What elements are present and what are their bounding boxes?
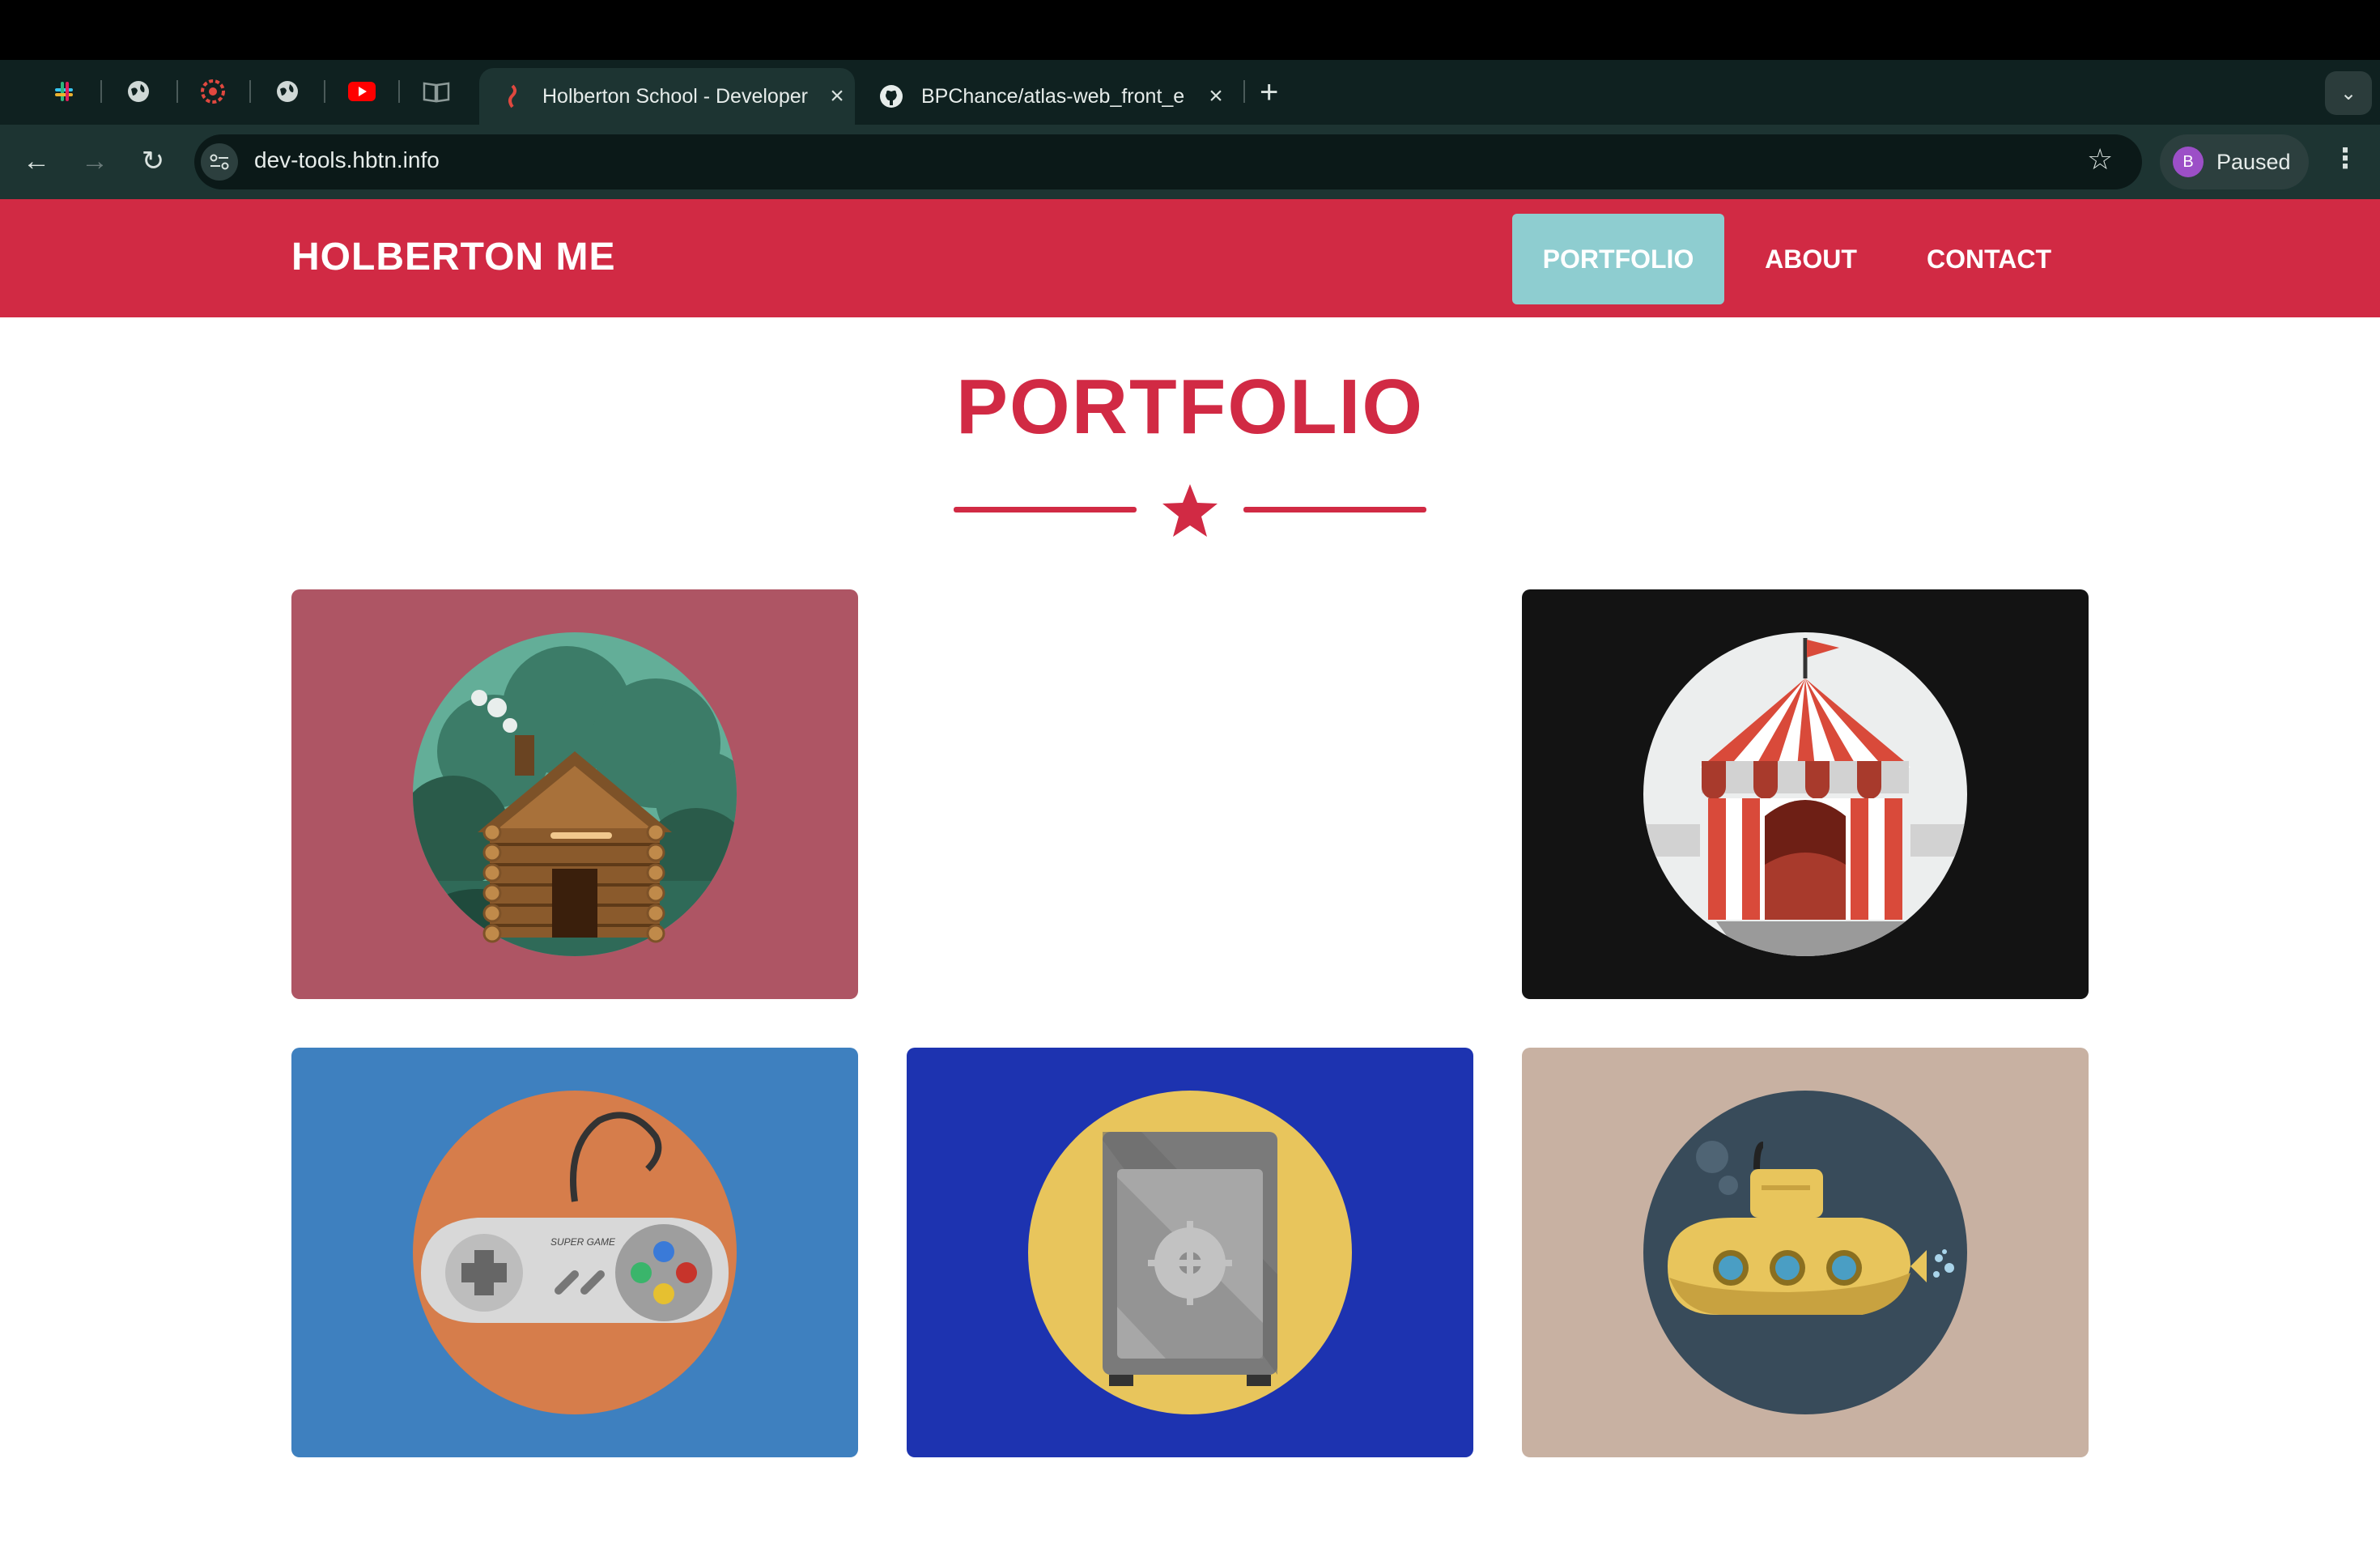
portfolio-item-controller[interactable]: SUPER GAME [291, 1048, 858, 1457]
tab-separator [249, 80, 251, 103]
address-bar[interactable] [194, 134, 2142, 189]
book-icon[interactable] [423, 78, 450, 105]
portfolio-item-submarine[interactable] [1522, 1048, 2089, 1457]
close-icon[interactable]: × [1204, 83, 1228, 110]
divider-line-left [954, 507, 1137, 512]
slack-icon[interactable] [50, 78, 78, 105]
back-arrow-icon[interactable]: ← [18, 142, 55, 180]
controller-label: SUPER GAME [550, 1236, 616, 1248]
tab-separator [1243, 80, 1245, 103]
portfolio-item-cabin[interactable] [291, 589, 858, 999]
tab-title: Holberton School - Developer [542, 84, 808, 108]
site-settings-icon[interactable] [201, 143, 238, 181]
tab-search-chevron-icon[interactable]: ⌄ [2325, 71, 2372, 115]
circus-tent-icon [1643, 632, 1967, 956]
cabin-icon [413, 632, 737, 956]
tab-separator [176, 80, 178, 103]
url-text[interactable]: dev-tools.hbtn.info [254, 147, 440, 173]
new-tab-plus-icon[interactable]: + [1260, 74, 1278, 111]
tab-separator [324, 80, 325, 103]
divider-line-right [1243, 507, 1426, 512]
globe-icon[interactable] [274, 78, 301, 105]
forward-arrow-icon[interactable]: → [76, 142, 113, 180]
tab-title: BPChance/atlas-web_front_e [921, 84, 1185, 108]
nav-contact[interactable]: CONTACT [1904, 214, 2074, 304]
profile-status: Paused [2216, 149, 2291, 174]
tab-separator [100, 80, 102, 103]
page-title: PORTFOLIO [956, 364, 1424, 450]
safe-icon [1028, 1091, 1352, 1414]
avatar: B [2173, 147, 2204, 177]
tab-separator [398, 80, 400, 103]
star-icon [1162, 484, 1218, 537]
reload-icon[interactable]: ↻ [134, 142, 172, 180]
site-brand[interactable]: HOLBERTON ME [291, 235, 615, 279]
nav-portfolio[interactable]: PORTFOLIO [1512, 214, 1724, 304]
youtube-icon[interactable] [348, 78, 376, 105]
portfolio-item-safe[interactable] [907, 1048, 1473, 1457]
holberton-icon [500, 84, 525, 108]
portfolio-item-empty [907, 589, 1473, 999]
profile-button[interactable]: B Paused [2160, 134, 2309, 189]
bookmark-star-icon[interactable]: ☆ [2087, 142, 2113, 176]
close-icon[interactable]: × [825, 83, 849, 110]
atlas-icon[interactable] [199, 78, 227, 105]
github-icon [879, 84, 903, 108]
macos-titlebar [0, 0, 2380, 60]
tab-github[interactable]: BPChance/atlas-web_front_e × [858, 68, 1234, 125]
nav-about[interactable]: ABOUT [1749, 214, 1873, 304]
portfolio-item-circus[interactable] [1522, 589, 2089, 999]
tab-holberton[interactable]: Holberton School - Developer × [479, 68, 855, 125]
globe-icon[interactable] [125, 78, 152, 105]
submarine-icon [1643, 1091, 1967, 1414]
more-menu-icon[interactable]: ⋮ [2331, 142, 2359, 175]
